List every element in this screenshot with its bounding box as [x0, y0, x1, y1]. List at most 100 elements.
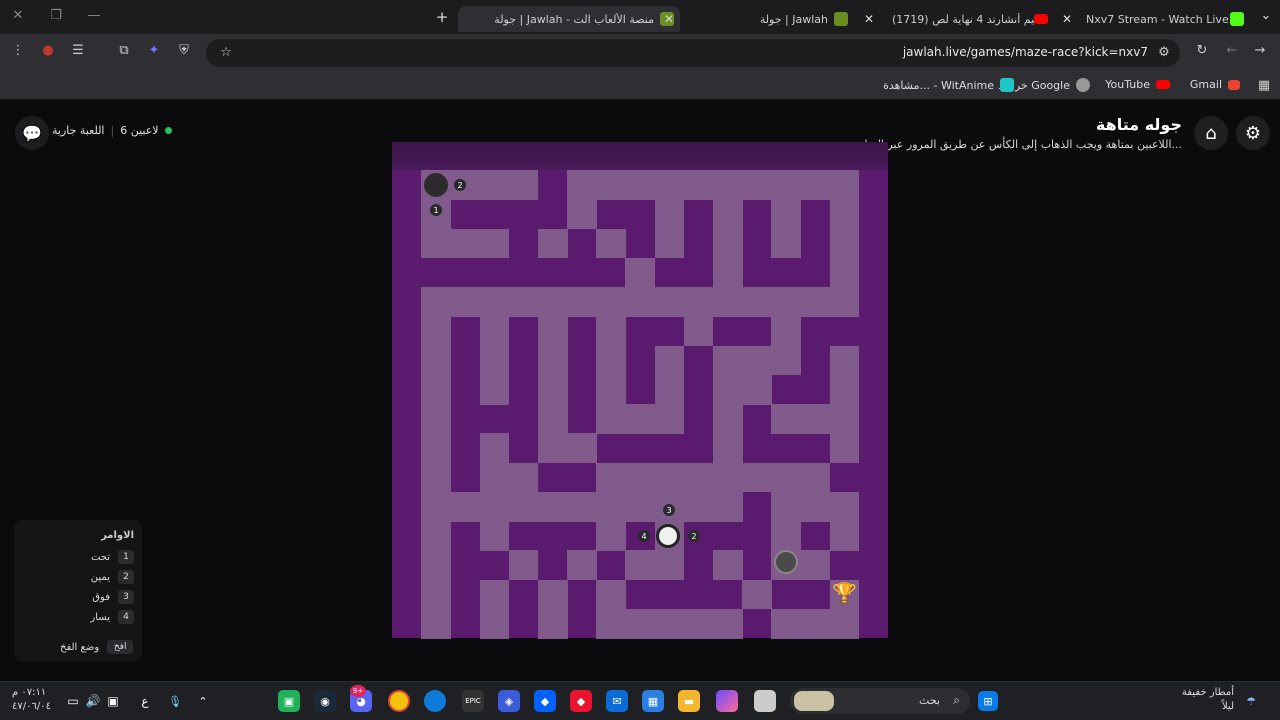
back-icon[interactable]: ← [1222, 43, 1242, 58]
maze-path-cell [479, 491, 510, 522]
maze-path-cell [479, 579, 510, 610]
app-window-icon[interactable] [754, 690, 776, 712]
taskbar-search[interactable]: ⌕ بحث [790, 688, 970, 714]
bookmark-label: مشاهدة... - WitAnime [883, 78, 994, 92]
maze-path-cell [596, 374, 626, 405]
maze-path-cell [421, 491, 451, 522]
bookmark-youtube[interactable]: YouTube [1105, 78, 1170, 91]
maze-path-cell [537, 374, 568, 405]
app-icon[interactable]: ◈ [498, 690, 520, 712]
maze-path-cell [537, 579, 568, 610]
dropbox-icon[interactable]: ◆ [534, 690, 556, 712]
chevron-up-icon[interactable]: ⌃ [192, 690, 214, 712]
copilot-icon[interactable] [716, 690, 738, 712]
tab-jawlah[interactable]: ✕ جولة | Jawlah [662, 6, 858, 32]
maze-path-cell [771, 170, 801, 200]
minimize-window-icon[interactable]: — [84, 8, 104, 23]
maze-path-cell [421, 228, 451, 259]
maze-path-cell [537, 316, 568, 346]
maze-path-cell [829, 404, 860, 434]
command-up: فوق 3 [92, 590, 134, 604]
close-icon[interactable]: ✕ [1058, 12, 1076, 26]
file-explorer-icon[interactable]: ▬ [678, 690, 700, 712]
maze-path-cell [654, 374, 685, 405]
close-icon[interactable]: ✕ [854, 12, 859, 26]
maze-path-cell [625, 608, 656, 639]
tab-search-icon[interactable]: ⌄ [1256, 8, 1276, 23]
command-label: يسار [90, 611, 110, 623]
maze-path-cell [742, 579, 772, 610]
edge-icon[interactable] [424, 690, 446, 712]
bookmark-witanime[interactable]: مشاهدة... - WitAnime [883, 78, 1014, 92]
maze-path-cell [596, 404, 626, 434]
maze-path-cell [596, 287, 626, 317]
maze-path-cell [596, 521, 626, 551]
shield-icon[interactable]: ⛨ [174, 43, 194, 58]
maze-path-cell [421, 462, 451, 493]
chat-bubble-icon: 💬 [22, 123, 42, 143]
extension-icon[interactable]: ● [38, 43, 58, 58]
maze-path-cell [683, 462, 714, 493]
address-bar[interactable]: ☆ jawlah.live/games/maze-race?kick=nxv7 … [206, 39, 1180, 67]
forward-icon[interactable]: → [1250, 43, 1270, 58]
command-key: افخ [107, 640, 134, 654]
maze-path-cell [771, 608, 801, 639]
restore-window-icon[interactable]: ❐ [46, 8, 66, 23]
close-icon[interactable]: ✕ [860, 12, 878, 26]
tab-youtube[interactable]: ✕ (1719) تختيم أنشارتد 4 نهاية لص [860, 6, 1056, 32]
apps-icon[interactable]: ▦ [1254, 78, 1274, 93]
reload-icon[interactable]: ↻ [1192, 43, 1212, 58]
maze-path-cell [537, 404, 568, 434]
url-text[interactable]: jawlah.live/games/maze-race?kick=nxv7 [903, 45, 1148, 59]
status-text: اللعبة جارية [52, 124, 105, 137]
maze-path-cell [771, 287, 801, 317]
tab-title: Nxv7 Stream - Watch Live on K [1086, 12, 1230, 26]
clock[interactable]: ٠٧:١١ م ٤٧/٠٦/٠٤ [12, 686, 51, 714]
maze-path-cell [421, 316, 451, 346]
menu-icon[interactable]: ⋮ [8, 43, 28, 58]
windows-start-icon[interactable]: ⊞ [978, 691, 998, 711]
maze-header-band [392, 142, 888, 170]
bookmarks-bar: ▦ Gmail YouTube خرائط Google مشاهدة... -… [0, 72, 1280, 100]
extensions-icon[interactable]: ⧉ [114, 43, 134, 58]
epic-games-icon[interactable]: EPIC [462, 690, 484, 712]
maze-path-cell [567, 199, 597, 229]
bookmark-gmail[interactable]: Gmail [1190, 78, 1240, 91]
reading-list-icon[interactable]: ☰ [68, 43, 88, 58]
volume-icon[interactable]: 🔊 [82, 690, 104, 712]
settings-button[interactable]: ⚙ [1236, 116, 1270, 150]
close-window-icon[interactable]: ✕ [8, 8, 28, 23]
marker-badge: 1 [430, 204, 442, 216]
home-icon: ⌂ [1205, 122, 1217, 144]
maze-path-cell [654, 550, 685, 580]
maze-path-cell [800, 491, 831, 522]
tab-kick[interactable]: ✕ Nxv7 Stream - Watch Live on K [1058, 6, 1248, 32]
maze-path-cell [829, 228, 860, 259]
site-settings-icon[interactable]: ⚙ [1154, 45, 1174, 60]
battery-icon[interactable]: ▭ [62, 690, 84, 712]
store-icon[interactable]: ▦ [642, 690, 664, 712]
weather-widget[interactable]: أمطار خفيفة ليلاً [1182, 686, 1234, 714]
language-indicator[interactable]: ع [134, 690, 156, 712]
vpn-icon[interactable]: ✦ [144, 43, 164, 58]
maze-path-cell [654, 287, 685, 317]
app-red-icon[interactable]: ◆ [570, 690, 592, 712]
chat-button[interactable]: 💬 [15, 116, 49, 150]
microphone-icon[interactable]: 🎙 [164, 690, 186, 712]
maze-path-cell [712, 491, 743, 522]
star-icon[interactable]: ☆ [216, 45, 236, 60]
steam-icon[interactable]: ◉ [314, 690, 336, 712]
chrome-icon[interactable] [388, 690, 410, 712]
maze-path-cell [625, 257, 656, 288]
maze-path-cell [421, 287, 451, 317]
maze-path-cell [654, 199, 685, 229]
home-button[interactable]: ⌂ [1194, 116, 1228, 150]
maze-path-cell [596, 170, 626, 200]
app-game-icon[interactable]: ▣ [278, 690, 300, 712]
maze-path-cell [771, 404, 801, 434]
mail-icon[interactable]: ✉ [606, 690, 628, 712]
tab-jawlah-active[interactable]: ✕ جولة | Jawlah - منصة الألعاب الت [458, 6, 680, 32]
network-icon[interactable]: ▣ [102, 690, 124, 712]
new-tab-button[interactable]: + [432, 8, 452, 26]
command-label: يمين [90, 571, 110, 583]
